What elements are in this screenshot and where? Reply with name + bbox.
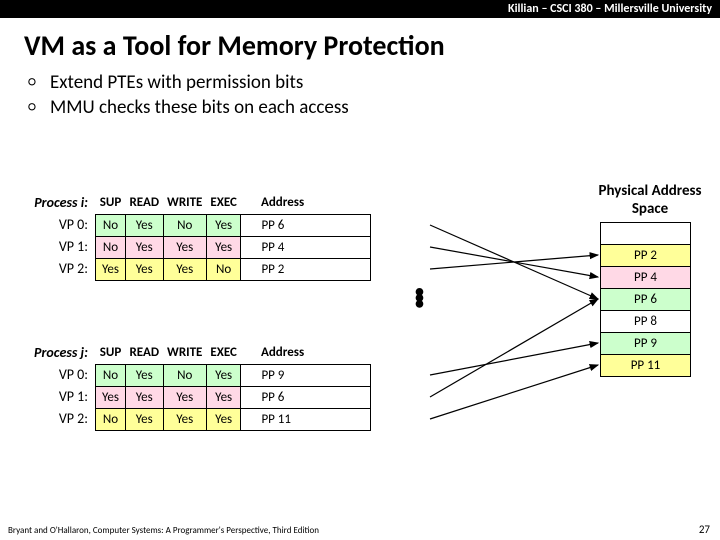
proc-j-name: Process j:	[0, 342, 88, 364]
cell: Yes	[206, 386, 241, 408]
course-header: Killian – CSCI 380 – Millersville Univer…	[0, 0, 720, 18]
pte-row: No Yes Yes Yes PP 11	[96, 408, 371, 430]
proc-j-table: SUP READ WRITE EXEC Address No Yes No Ye…	[95, 342, 371, 431]
pte-row: No Yes No Yes PP 9	[96, 364, 371, 386]
col-sup: SUP	[96, 342, 126, 364]
cell: No	[96, 214, 126, 236]
pte-row: No Yes No Yes PP 6	[96, 214, 371, 236]
pte-row: Yes Yes Yes No PP 2	[96, 258, 371, 280]
phys-page: PP 11	[601, 355, 691, 377]
vp-label: VP 0:	[0, 214, 88, 236]
cell: Yes	[125, 386, 163, 408]
cell-addr: PP 4	[241, 236, 371, 258]
vp-label: VP 1:	[0, 236, 88, 258]
cell: Yes	[125, 236, 163, 258]
vp-label: VP 2:	[0, 408, 88, 430]
proc-j-labels: Process j: VP 0: VP 1: VP 2:	[0, 342, 88, 430]
table-header-row: SUP READ WRITE EXEC Address	[96, 342, 371, 364]
footer-text: Bryant and O'Hallaron, Computer Systems:…	[8, 525, 319, 536]
col-addr: Address	[241, 342, 371, 364]
cell-addr: PP 6	[241, 214, 371, 236]
cell: Yes	[206, 364, 241, 386]
cell: No	[163, 364, 206, 386]
pte-row: No Yes Yes Yes PP 4	[96, 236, 371, 258]
col-sup: SUP	[96, 192, 126, 214]
cell: Yes	[206, 408, 241, 430]
col-addr: Address	[241, 192, 371, 214]
bullet-list: Extend PTEs with permission bits MMU che…	[0, 71, 720, 120]
cell: Yes	[125, 214, 163, 236]
cell: Yes	[125, 408, 163, 430]
cell: Yes	[206, 214, 241, 236]
phys-page	[601, 223, 691, 245]
cell: No	[163, 214, 206, 236]
phys-page: PP 2	[601, 245, 691, 267]
cell-addr: PP 11	[241, 408, 371, 430]
cell: Yes	[163, 386, 206, 408]
proc-i-table: SUP READ WRITE EXEC Address No Yes No Ye…	[95, 192, 371, 281]
page-number: 27	[699, 523, 710, 536]
vdots-icon: •••	[415, 288, 424, 306]
col-exec: EXEC	[206, 342, 241, 364]
cell-addr: PP 6	[241, 386, 371, 408]
col-write: WRITE	[163, 192, 206, 214]
cell: Yes	[125, 364, 163, 386]
phys-page: PP 6	[601, 289, 691, 311]
col-read: READ	[125, 342, 163, 364]
cell-addr: PP 9	[241, 364, 371, 386]
phys-page: PP 9	[601, 333, 691, 355]
col-read: READ	[125, 192, 163, 214]
cell: Yes	[163, 236, 206, 258]
vp-label: VP 2:	[0, 258, 88, 280]
cell-addr: PP 2	[241, 258, 371, 280]
proc-i-name: Process i:	[0, 192, 88, 214]
vp-label: VP 0:	[0, 364, 88, 386]
phys-page: PP 4	[601, 267, 691, 289]
pte-row: Yes Yes Yes Yes PP 6	[96, 386, 371, 408]
slide-title: VM as a Tool for Memory Protection	[0, 18, 720, 71]
col-write: WRITE	[163, 342, 206, 364]
bullet-item: Extend PTEs with permission bits	[50, 71, 696, 96]
phys-space-label: Physical Address Space	[595, 182, 705, 218]
vp-label: VP 1:	[0, 386, 88, 408]
cell: Yes	[96, 258, 126, 280]
cell: No	[206, 258, 241, 280]
bullet-item: MMU checks these bits on each access	[50, 96, 696, 121]
cell: Yes	[96, 386, 126, 408]
cell: No	[96, 236, 126, 258]
table-header-row: SUP READ WRITE EXEC Address	[96, 192, 371, 214]
proc-i-labels: Process i: VP 0: VP 1: VP 2:	[0, 192, 88, 280]
cell: Yes	[206, 236, 241, 258]
cell: No	[96, 408, 126, 430]
phys-space-table: PP 2 PP 4 PP 6 PP 8 PP 9 PP 11	[600, 222, 691, 377]
cell: Yes	[163, 258, 206, 280]
cell: Yes	[125, 258, 163, 280]
phys-page: PP 8	[601, 311, 691, 333]
col-exec: EXEC	[206, 192, 241, 214]
cell: No	[96, 364, 126, 386]
cell: Yes	[163, 408, 206, 430]
